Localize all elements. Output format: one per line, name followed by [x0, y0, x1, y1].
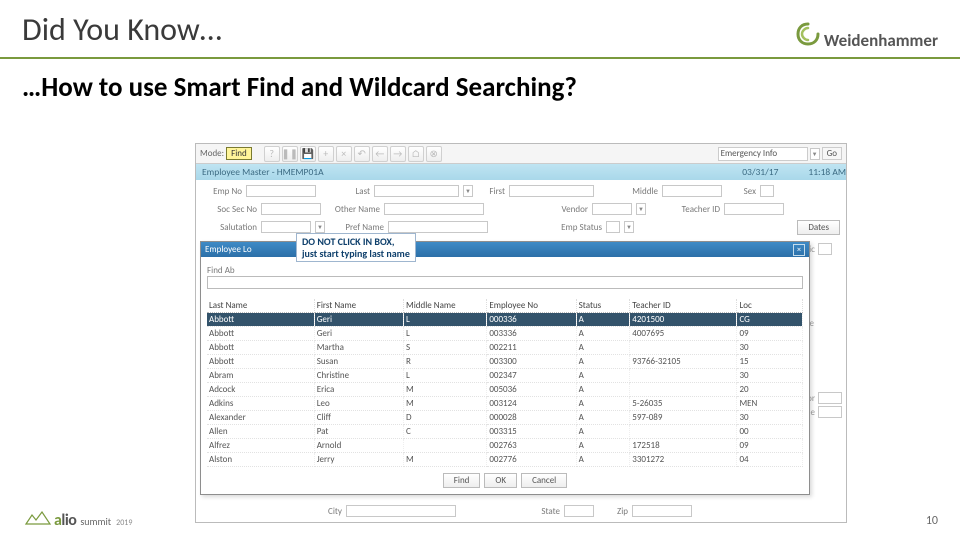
teacherid-label: Teacher ID	[650, 204, 720, 215]
find-label: Find Ab	[207, 265, 235, 276]
chevron-down-icon[interactable]: ▼	[810, 148, 820, 160]
table-row[interactable]: AbramChristineL002347A30	[207, 369, 803, 383]
mountain-icon	[24, 511, 52, 525]
employee-lookup-popup: Employee Lo × Find Ab Last NameFirst Nam…	[200, 241, 810, 495]
footer-logo: alio summit 2019	[24, 511, 132, 530]
column-header[interactable]: Status	[576, 299, 630, 313]
add-icon[interactable]: +	[318, 146, 334, 162]
othername-label: Other Name	[325, 204, 380, 215]
empstatus-field[interactable]	[606, 221, 620, 233]
tab-title: Employee Master - HMEMP01A	[202, 166, 324, 178]
undo-icon[interactable]: ↶	[354, 146, 370, 162]
save-icon[interactable]: 💾	[300, 146, 316, 162]
results-grid[interactable]: Last NameFirst NameMiddle NameEmployee N…	[201, 299, 809, 467]
salutation-field[interactable]	[261, 221, 311, 233]
column-header[interactable]: Employee No	[487, 299, 576, 313]
footer-summit: summit	[80, 515, 111, 528]
find-input[interactable]	[207, 276, 803, 289]
prefname-field[interactable]	[388, 221, 488, 233]
tab-date: 03/31/17	[742, 166, 778, 178]
go-button[interactable]: Go	[822, 147, 842, 160]
sex-field[interactable]	[760, 185, 774, 197]
table-row[interactable]: AbbottSusanR003300A93766-3210515	[207, 355, 803, 369]
middle-field[interactable]	[662, 185, 722, 197]
zip-label: Zip	[598, 506, 628, 517]
chevron-down-icon[interactable]: ▼	[315, 221, 325, 233]
column-header[interactable]: Last Name	[207, 299, 314, 313]
empno-field[interactable]	[246, 185, 316, 197]
last-field[interactable]	[374, 185, 459, 197]
table-row[interactable]: AlexanderCliffD000028A597-08930	[207, 411, 803, 425]
prefname-label: Pref Name	[329, 222, 384, 233]
sex-label: Sex	[726, 186, 756, 197]
chevron-down-icon[interactable]: ▼	[636, 203, 646, 215]
column-header[interactable]: Teacher ID	[630, 299, 737, 313]
table-row[interactable]: AdcockEricaM005036A20	[207, 383, 803, 397]
home-icon[interactable]: ⌂	[408, 146, 424, 162]
dates-button[interactable]: Dates	[797, 220, 840, 235]
state-field[interactable]	[564, 505, 594, 517]
zip-field[interactable]	[632, 505, 692, 517]
empno-label: Emp No	[202, 186, 242, 197]
ssn-label: Soc Sec No	[202, 204, 257, 215]
table-row[interactable]: AlstonJerryM002776A330127204	[207, 453, 803, 467]
last-label: Last	[320, 186, 370, 197]
close-icon[interactable]: ⊗	[426, 146, 442, 162]
brand-logo: Weidenhammer	[796, 22, 938, 51]
ok-button[interactable]: OK	[484, 473, 517, 488]
popup-title-text: Employee Lo	[205, 244, 252, 255]
city-label: City	[202, 506, 342, 517]
first-field[interactable]	[509, 185, 594, 197]
app-toolbar: Mode: Find ? ❚❚ 💾 + × ↶ ← → ⌂ ⊗ Emergenc…	[196, 144, 846, 164]
empstatus-label: Emp Status	[492, 222, 602, 233]
salutation-label: Salutation	[202, 222, 257, 233]
slide-subtitle: …How to use Smart Find and Wildcard Sear…	[0, 59, 960, 114]
callout-line1: DO NOT CLICK IN BOX,	[302, 236, 410, 248]
callout-line2: just start typing last name	[302, 248, 410, 260]
nav-combo[interactable]: Emergency Info	[718, 147, 808, 161]
ssn-field[interactable]	[261, 203, 321, 215]
close-icon[interactable]: ×	[793, 244, 805, 256]
popup-titlebar: Employee Lo ×	[201, 242, 809, 257]
state-label: State	[460, 506, 560, 517]
column-header[interactable]: Middle Name	[404, 299, 487, 313]
othername-field[interactable]	[384, 203, 484, 215]
table-row[interactable]: AdkinsLeoM003124A5-26035MEN	[207, 397, 803, 411]
page-number: 10	[926, 514, 938, 528]
brand-swirl-icon	[796, 22, 820, 46]
column-header[interactable]: Loc	[737, 299, 803, 313]
app-screenshot: Mode: Find ? ❚❚ 💾 + × ↶ ← → ⌂ ⊗ Emergenc…	[195, 143, 847, 523]
table-row[interactable]: AbbottGeriL003336A400769509	[207, 327, 803, 341]
chevron-down-icon[interactable]: ▼	[463, 185, 473, 197]
table-row[interactable]: AbbottGeriL000336A4201500CG	[207, 313, 803, 327]
first-label: First	[477, 186, 505, 197]
pause-icon[interactable]: ❚❚	[282, 146, 298, 162]
teacherid-field[interactable]	[724, 203, 784, 215]
table-row[interactable]: AbbottMarthaS002211A30	[207, 341, 803, 355]
table-row[interactable]: AllenPatC003315A00	[207, 425, 803, 439]
footer-year: 2019	[116, 518, 132, 528]
footer-alio: alio	[54, 511, 76, 530]
brand-name: Weidenhammer	[824, 30, 938, 51]
prev-icon[interactable]: ←	[372, 146, 388, 162]
instruction-callout: DO NOT CLICK IN BOX, just start typing l…	[296, 233, 416, 262]
find-button[interactable]: Find	[443, 473, 481, 488]
mode-indicator: Find	[226, 147, 252, 160]
table-row[interactable]: AlfrezArnold002763A17251809	[207, 439, 803, 453]
mode-label: Mode:	[200, 148, 224, 159]
city-field[interactable]	[346, 505, 456, 517]
middle-label: Middle	[598, 186, 658, 197]
next-icon[interactable]: →	[390, 146, 406, 162]
tab-bar: Employee Master - HMEMP01A 03/31/17 11:1…	[196, 164, 846, 180]
column-header[interactable]: First Name	[314, 299, 403, 313]
delete-icon[interactable]: ×	[336, 146, 352, 162]
help-icon[interactable]: ?	[264, 146, 280, 162]
chevron-down-icon[interactable]: ▼	[624, 221, 634, 233]
form-area: Emp No Last ▼ First Middle Sex Soc Sec N…	[196, 180, 846, 236]
vendor-field[interactable]	[592, 203, 632, 215]
tab-time: 11:18 AM	[808, 166, 846, 178]
cancel-button[interactable]: Cancel	[521, 473, 567, 488]
vendor-label: Vendor	[488, 204, 588, 215]
